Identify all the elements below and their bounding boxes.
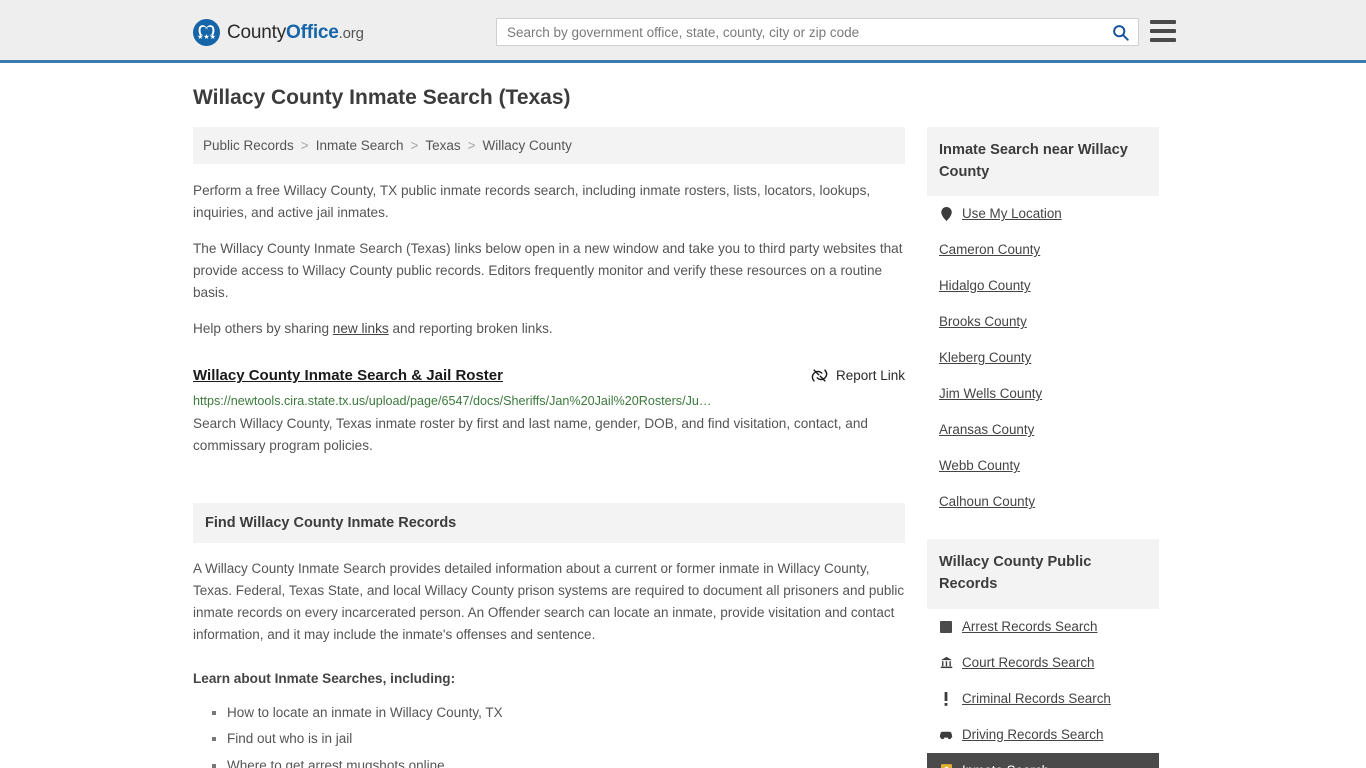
find-records-paragraph: A Willacy County Inmate Search provides … (193, 561, 905, 642)
list-item: Where to get arrest mugshots online (227, 753, 905, 768)
result-url: https://newtools.cira.state.tx.us/upload… (193, 393, 712, 408)
intro-paragraph-1: Perform a free Willacy County, TX public… (193, 183, 871, 221)
site-header: ★★★ CountyOffice.org (0, 0, 1366, 63)
learn-about-lead-in: Learn about Inmate Searches, including: (193, 670, 456, 686)
county-link[interactable]: Jim Wells County (939, 386, 1042, 402)
report-link-button[interactable]: Report Link (811, 366, 905, 384)
brand-org: .org (338, 24, 364, 42)
sidebar-item-webb-county[interactable]: Webb County (939, 448, 1147, 484)
result-title-link[interactable]: Willacy County Inmate Search & Jail Rost… (193, 366, 503, 386)
countyoffice-logo-icon: ★★★ (193, 19, 220, 46)
find-records-body: A Willacy County Inmate Search provides … (193, 558, 905, 768)
main-column: Public Records > Inmate Search > Texas >… (193, 127, 905, 768)
nearby-inmate-search-panel: Inmate Search near Willacy County Use My… (927, 127, 1159, 520)
public-records-heading: Willacy County Public Records (927, 539, 1159, 609)
county-link[interactable]: Kleberg County (939, 350, 1031, 366)
site-logo[interactable]: ★★★ CountyOffice.org (193, 19, 364, 46)
breadcrumb-item-willacy-county: Willacy County (482, 138, 572, 154)
county-link[interactable]: Calhoun County (939, 494, 1035, 510)
breadcrumb-separator: > (410, 138, 419, 154)
sidebar-item-calhoun-county[interactable]: Calhoun County (939, 484, 1147, 520)
report-link-label: Report Link (835, 368, 905, 384)
sidebar-item-cameron-county[interactable]: Cameron County (939, 232, 1147, 268)
map-pin-icon (939, 207, 953, 222)
fingerprint-icon (939, 620, 953, 633)
sidebar-item-use-my-location[interactable]: Use My Location (939, 196, 1147, 232)
sidebar-item-inmate-search[interactable]: Inmate Search (927, 752, 1159, 768)
share-text-after: and reporting broken links. (388, 321, 553, 337)
sidebar-item-kleberg-county[interactable]: Kleberg County (939, 340, 1147, 376)
learn-about-list: How to locate an inmate in Willacy Count… (193, 700, 905, 768)
public-records-list: Arrest Records Search Court Records Sear… (927, 609, 1159, 768)
sidebar-item-arrest-records[interactable]: Arrest Records Search (939, 609, 1147, 645)
county-link[interactable]: Brooks County (939, 314, 1027, 330)
find-records-heading: Find Willacy County Inmate Records (193, 503, 905, 544)
breadcrumb: Public Records > Inmate Search > Texas >… (193, 127, 905, 165)
county-link[interactable]: Webb County (939, 458, 1020, 474)
new-links-link[interactable]: new links (333, 321, 389, 336)
sidebar-item-jim-wells-county[interactable]: Jim Wells County (939, 376, 1147, 412)
search-result-item: Willacy County Inmate Search & Jail Rost… (193, 366, 905, 457)
search-icon (1112, 24, 1129, 41)
menu-button[interactable] (1150, 20, 1176, 42)
intro-text: Perform a free Willacy County, TX public… (193, 180, 905, 340)
breadcrumb-item-texas[interactable]: Texas (425, 138, 460, 153)
public-record-link[interactable]: Criminal Records Search (962, 691, 1111, 707)
nearby-panel-heading: Inmate Search near Willacy County (927, 127, 1159, 197)
hamburger-bar-3 (1150, 38, 1176, 42)
county-link[interactable]: Aransas County (939, 422, 1034, 438)
brand-office: Office (286, 21, 339, 43)
courthouse-icon (939, 656, 953, 669)
search-bar (496, 18, 1139, 46)
inmate-icon (939, 764, 953, 768)
share-text-before: Help others by sharing (193, 321, 333, 337)
county-link[interactable]: Hidalgo County (939, 278, 1031, 294)
sidebar: Inmate Search near Willacy County Use My… (927, 127, 1159, 768)
list-item: Find out who is in jail (227, 726, 905, 753)
breadcrumb-item-public-records[interactable]: Public Records (203, 138, 294, 153)
search-button[interactable] (1102, 19, 1138, 45)
result-description: Search Willacy County, Texas inmate rost… (193, 416, 868, 454)
breadcrumb-separator: > (300, 138, 309, 154)
intro-paragraph-2: The Willacy County Inmate Search (Texas)… (193, 241, 903, 301)
county-link[interactable]: Cameron County (939, 242, 1040, 258)
hamburger-bar-2 (1150, 29, 1176, 33)
sidebar-item-hidalgo-county[interactable]: Hidalgo County (939, 268, 1147, 304)
broken-link-icon (811, 369, 828, 382)
public-record-link[interactable]: Driving Records Search (962, 727, 1103, 743)
brand-wordmark: CountyOffice.org (227, 22, 364, 44)
sidebar-item-criminal-records[interactable]: Criminal Records Search (939, 681, 1147, 717)
nearby-county-list: Use My Location Cameron County Hidalgo C… (927, 196, 1159, 520)
sidebar-item-court-records[interactable]: Court Records Search (939, 645, 1147, 681)
public-record-link[interactable]: Arrest Records Search (962, 619, 1097, 635)
page-content: Willacy County Inmate Search (Texas) Pub… (0, 63, 1366, 768)
hamburger-bar-1 (1150, 20, 1176, 24)
exclamation-icon (939, 691, 953, 706)
sidebar-item-aransas-county[interactable]: Aransas County (939, 412, 1147, 448)
sidebar-item-driving-records[interactable]: Driving Records Search (939, 717, 1147, 753)
brand-county: County (227, 21, 287, 43)
use-my-location-link[interactable]: Use My Location (962, 206, 1062, 222)
breadcrumb-item-inmate-search[interactable]: Inmate Search (316, 138, 404, 153)
intro-paragraph-3: Help others by sharing new links and rep… (193, 318, 905, 340)
page-title: Willacy County Inmate Search (Texas) (193, 86, 571, 109)
sidebar-item-brooks-county[interactable]: Brooks County (939, 304, 1147, 340)
list-item: How to locate an inmate in Willacy Count… (227, 700, 905, 727)
public-record-link[interactable]: Court Records Search (962, 655, 1094, 671)
public-records-panel: Willacy County Public Records Arrest Rec… (927, 539, 1159, 768)
public-record-link[interactable]: Inmate Search (962, 763, 1049, 768)
breadcrumb-separator: > (467, 138, 476, 154)
car-icon (939, 729, 953, 740)
search-input[interactable] (497, 19, 1102, 45)
